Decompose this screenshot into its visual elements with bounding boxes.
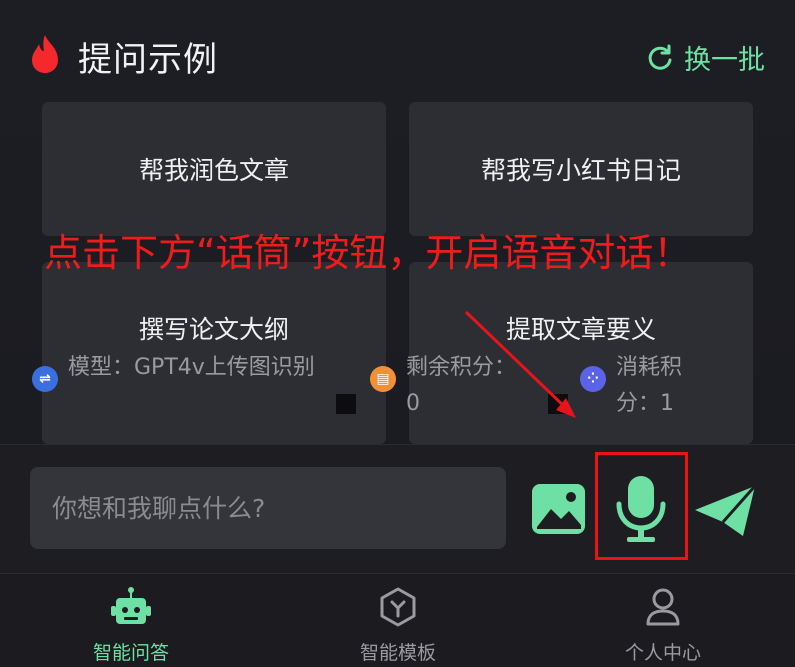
receipt-icon: ▤: [370, 366, 396, 392]
user-icon: [646, 588, 680, 626]
swap-icon: ⇌: [32, 366, 58, 392]
robot-icon: [111, 587, 151, 624]
refresh-icon: [648, 44, 672, 70]
example-label: 帮我润色文章: [138, 156, 289, 185]
tab-label: 个人中心: [624, 642, 701, 664]
image-upload-icon[interactable]: [531, 483, 586, 535]
example-label: 帮我写小红书日记: [480, 156, 681, 185]
header: 提问示例 换一批: [0, 0, 795, 100]
tab-label: 智能问答: [92, 642, 169, 664]
remaining-points: ▤ 剩余积分：0: [370, 350, 540, 422]
refresh-label: 换一批: [684, 45, 765, 76]
message-field[interactable]: [30, 467, 506, 549]
hexagon-icon: [380, 587, 416, 627]
example-card[interactable]: 帮我润色文章: [42, 102, 386, 236]
divider-square: [548, 394, 568, 414]
model-info: ⇌ 模型：GPT4v上传图识别: [32, 350, 332, 392]
grid-dots-icon: ⁘: [580, 366, 606, 392]
tab-profile[interactable]: 个人中心: [583, 574, 743, 667]
annotation-text: 点击下方“话筒”按钮，开启语音对话！: [44, 231, 692, 275]
microphone-icon[interactable]: [613, 474, 669, 544]
remaining-points-text: 剩余积分：0: [406, 355, 517, 416]
divider-square: [336, 394, 356, 414]
example-label: 撰写论文大纲: [138, 315, 289, 344]
example-card[interactable]: 帮我写小红书日记: [409, 102, 753, 236]
message-input[interactable]: [30, 467, 506, 549]
tab-smart-qa[interactable]: 智能问答: [51, 574, 211, 667]
cost-points: ⁘ 消耗积分：1: [580, 350, 710, 422]
cost-points-text: 消耗积分：1: [616, 355, 683, 416]
model-info-text: 模型：GPT4v上传图识别: [68, 355, 315, 380]
page-title: 提问示例: [78, 40, 218, 80]
send-icon[interactable]: [693, 484, 757, 538]
tab-label: 智能模板: [359, 642, 436, 664]
fire-icon: [32, 35, 58, 73]
example-label: 提取文章要义: [505, 315, 656, 344]
refresh-button[interactable]: 换一批: [646, 38, 765, 77]
bottom-tab-bar: 智能问答 智能模板 个人中心: [0, 573, 795, 667]
tab-smart-template[interactable]: 智能模板: [318, 574, 478, 667]
